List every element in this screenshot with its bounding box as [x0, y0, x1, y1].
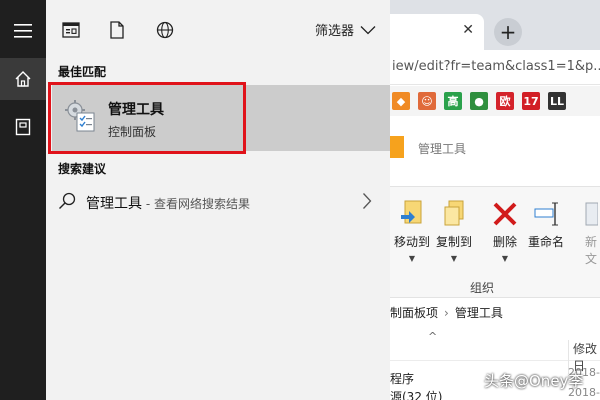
column-header-row: ^ 修改日 — [390, 330, 600, 374]
best-match-title: 管理工具 — [108, 102, 164, 118]
breadcrumb[interactable]: 制面板项 › 管理工具 — [390, 304, 600, 326]
new-button[interactable]: 新文 — [584, 199, 599, 267]
rename-label: 重命名 — [528, 235, 565, 249]
search-icon — [59, 192, 76, 209]
watermark: 头条@Oney李 — [484, 372, 584, 390]
delete-label: 删除 — [492, 235, 517, 249]
notebook-icon — [15, 118, 31, 136]
file-name: 程序 — [390, 372, 415, 386]
new-item-icon — [584, 199, 599, 229]
filter-label: 筛选器 — [314, 24, 354, 39]
bookmark-icon[interactable]: ☺ — [418, 92, 436, 110]
dropdown-caret-icon: ▼ — [450, 254, 458, 263]
background-window: ✕ + iew/edit?fr=team&class1=1&p.. ◆ ☺ 高 ● 欧 1… — [390, 0, 600, 400]
file-row[interactable]: 程序 — [390, 370, 414, 387]
web-globe-icon — [156, 21, 174, 39]
ribbon-organize: 移动到 ▼ 复制到 ▼ 删除 ▼ 重命名 新文 组织 — [390, 186, 600, 298]
move-to-icon — [399, 199, 425, 229]
breadcrumb-item[interactable]: 制面板项 — [390, 306, 438, 320]
document-icon — [110, 21, 124, 39]
move-to-label: 移动到 — [394, 235, 431, 249]
move-to-button[interactable]: 移动到 ▼ — [394, 199, 430, 264]
rename-icon — [533, 199, 559, 229]
address-bar[interactable]: iew/edit?fr=team&class1=1&p.. — [390, 50, 600, 85]
bookmark-icon[interactable]: ● — [470, 92, 488, 110]
close-icon[interactable]: ✕ — [462, 22, 474, 38]
explorer-title: 管理工具 — [418, 142, 467, 156]
browser-tab[interactable]: ✕ — [390, 14, 484, 50]
search-toolbar: 筛选器 — [46, 0, 390, 58]
suggestion-text: 管理工具 - 查看网络搜索结果 — [86, 193, 250, 213]
breadcrumb-item[interactable]: 管理工具 — [455, 306, 503, 320]
hamburger-menu-icon — [14, 24, 32, 38]
browser-tabstrip: ✕ + — [390, 0, 600, 50]
best-match-result[interactable]: 管理工具 控制面板 — [52, 85, 390, 151]
dropdown-caret-icon: ▼ — [408, 254, 416, 263]
home-icon — [15, 71, 31, 87]
search-panel: 筛选器 最佳匹配 管理工具 控制面板 搜索建议 管理工具 - 查看网络搜索结果 — [46, 0, 390, 400]
home-button[interactable] — [0, 58, 46, 100]
web-suggestion-item[interactable]: 管理工具 - 查看网络搜索结果 — [46, 186, 390, 218]
dropdown-caret-icon: ▼ — [501, 254, 509, 263]
documents-filter-button[interactable] — [106, 19, 128, 41]
apps-filter-button[interactable] — [60, 19, 82, 41]
copy-to-button[interactable]: 复制到 ▼ — [436, 199, 472, 264]
bookmark-icon[interactable]: 17 — [522, 92, 540, 110]
admin-tools-icon — [64, 99, 96, 133]
best-match-heading: 最佳匹配 — [58, 65, 107, 79]
copy-to-icon — [441, 199, 467, 229]
bookmarks-bar: ◆ ☺ 高 ● 欧 17 LL — [390, 86, 600, 116]
chevron-down-icon — [360, 25, 376, 34]
new-tab-button[interactable]: + — [494, 18, 522, 46]
rename-button[interactable]: 重命名 — [528, 199, 564, 250]
apps-icon — [62, 22, 80, 38]
suggestion-tail: - 查看网络搜索结果 — [142, 197, 250, 211]
bookmark-icon[interactable]: 欧 — [496, 92, 514, 110]
chevron-right-icon[interactable] — [362, 192, 372, 210]
web-filter-button[interactable] — [154, 19, 176, 41]
file-name: 源(32 位) — [390, 390, 443, 400]
notebook-button[interactable] — [0, 106, 46, 148]
new-sub-label: 文 — [584, 252, 597, 266]
new-tab-label: + — [499, 20, 517, 44]
sort-caret-icon[interactable]: ^ — [428, 330, 437, 343]
best-match-subtitle: 控制面板 — [108, 125, 157, 139]
url-text: iew/edit?fr=team&class1=1&p.. — [392, 59, 600, 74]
bookmark-icon[interactable]: 高 — [444, 92, 462, 110]
folder-tab-icon — [390, 136, 404, 158]
new-label: 新 — [584, 235, 597, 249]
bookmark-icon[interactable]: ◆ — [392, 92, 410, 110]
breadcrumb-separator-icon: › — [444, 306, 449, 320]
start-rail — [0, 0, 46, 400]
copy-to-label: 复制到 — [436, 235, 473, 249]
explorer-title-bar: 管理工具 — [390, 132, 600, 162]
delete-x-icon — [492, 199, 518, 229]
bookmark-icon[interactable]: LL — [548, 92, 566, 110]
organize-group-label: 组织 — [470, 281, 495, 295]
search-suggestions-heading: 搜索建议 — [58, 162, 107, 176]
suggestion-query: 管理工具 — [86, 196, 142, 212]
hamburger-menu-button[interactable] — [0, 10, 46, 52]
file-row[interactable]: 源(32 位) — [390, 388, 442, 400]
filter-dropdown[interactable]: 筛选器 — [315, 20, 376, 39]
delete-button[interactable]: 删除 ▼ — [492, 199, 518, 264]
